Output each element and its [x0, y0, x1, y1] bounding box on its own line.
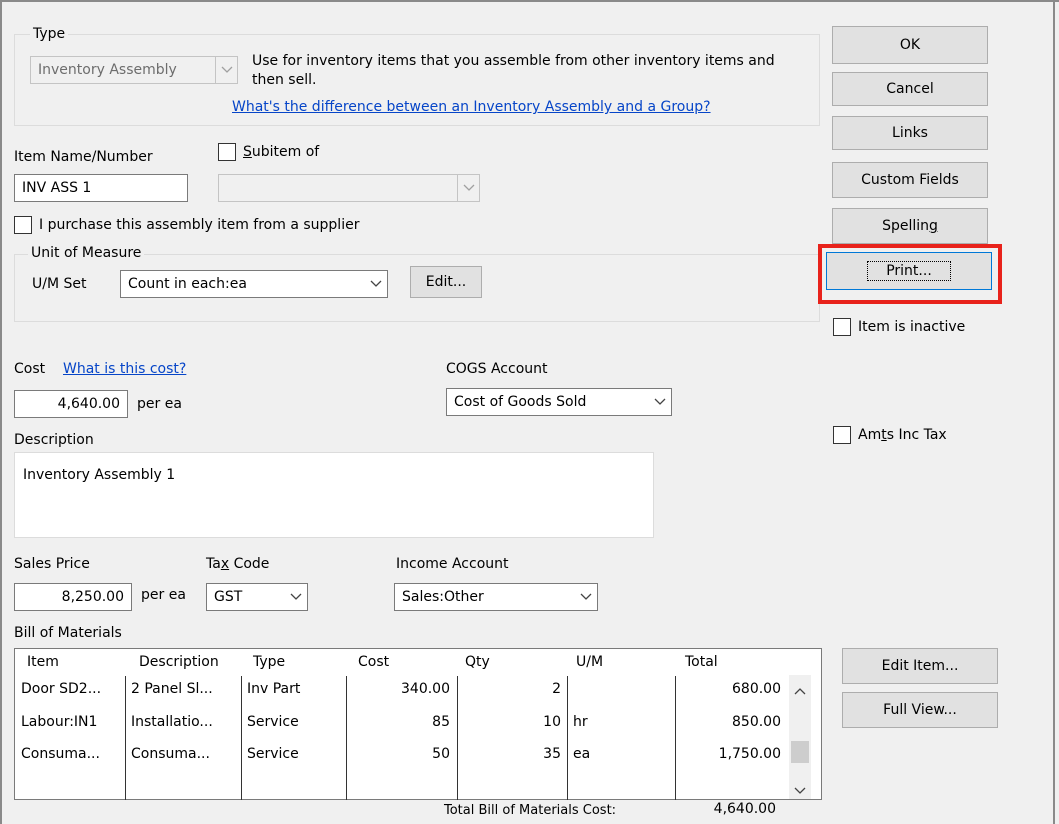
cogs-account-select[interactable]: Cost of Goods Sold: [446, 388, 672, 416]
window-left-edge: [0, 0, 2, 824]
chevron-down-icon: [365, 271, 387, 297]
cogs-account-label: COGS Account: [446, 361, 548, 377]
item-name-label: Item Name/Number: [14, 149, 153, 165]
bom-scrollbar[interactable]: [789, 675, 811, 799]
bom-cell-qty[interactable]: 2: [459, 677, 565, 701]
chevron-down-icon: [215, 57, 237, 83]
subitem-label: Subitem of: [243, 144, 320, 160]
bom-cell-type[interactable]: Service: [243, 710, 346, 734]
item-name-input[interactable]: INV ASS 1: [14, 174, 188, 202]
bom-col-divider: [346, 676, 347, 800]
subitem-checkbox[interactable]: [218, 143, 236, 161]
bom-col-qty[interactable]: Qty: [459, 649, 559, 675]
bom-total-label: Total Bill of Materials Cost:: [444, 803, 617, 818]
bom-cell-um[interactable]: ea: [569, 742, 675, 766]
bom-cell-um[interactable]: [569, 677, 675, 701]
edit-item-button[interactable]: Edit Item...: [842, 648, 998, 684]
ok-button[interactable]: OK: [832, 26, 988, 64]
uom-set-select[interactable]: Count in each:ea: [120, 270, 388, 298]
bom-col-divider: [675, 676, 676, 800]
bom-cell-qty[interactable]: 35: [459, 742, 565, 766]
bom-col-divider: [457, 676, 458, 800]
chevron-down-icon: [649, 389, 671, 415]
spelling-button[interactable]: Spellin g: [832, 208, 988, 244]
bom-total-value: 4,640.00: [713, 801, 776, 817]
income-account-value: Sales:Other: [402, 589, 484, 605]
income-account-label: Income Account: [396, 556, 509, 572]
type-label: Type: [30, 25, 69, 43]
bom-cell-description[interactable]: 2 Panel Sl...: [127, 677, 241, 701]
bom-col-item[interactable]: Item: [21, 649, 127, 675]
bom-col-um[interactable]: U/M: [570, 649, 680, 675]
uom-edit-button[interactable]: Edit...: [410, 266, 482, 298]
print-button-label: Print...: [867, 261, 951, 281]
window-right-edge: [1053, 0, 1055, 824]
description-label: Description: [14, 432, 94, 448]
uom-set-value: Count in each:ea: [128, 276, 247, 292]
window-top-edge: [0, 0, 1059, 2]
description-textarea[interactable]: Inventory Assembly 1: [14, 452, 654, 538]
purchase-from-supplier-checkbox[interactable]: [14, 216, 32, 234]
purchase-from-supplier-label: I purchase this assembly item from a sup…: [39, 217, 360, 233]
income-account-select[interactable]: Sales:Other: [394, 583, 598, 611]
bom-col-total[interactable]: Total: [679, 649, 789, 675]
chevron-down-icon: [457, 175, 479, 201]
sales-price-input[interactable]: 8,250.00: [14, 583, 132, 611]
bom-scrollbar-thumb[interactable]: [791, 741, 809, 763]
bom-label: Bill of Materials: [14, 625, 122, 641]
full-view-button[interactable]: Full View...: [842, 692, 998, 728]
bom-grid[interactable]: Item Description Type Cost Qty U/M Total…: [14, 648, 822, 800]
type-difference-link[interactable]: What's the difference between an Invento…: [232, 98, 711, 116]
type-select: Inventory Assembly: [30, 56, 238, 84]
bom-col-type[interactable]: Type: [247, 649, 351, 675]
bom-col-divider: [125, 676, 126, 800]
cost-help-link[interactable]: What is this cost?: [63, 360, 186, 378]
bom-col-divider: [241, 676, 242, 800]
bom-cell-um[interactable]: hr: [569, 710, 675, 734]
amts-inc-tax-label: Amts Inc Tax: [858, 427, 947, 443]
cancel-button[interactable]: Cancel: [832, 72, 988, 106]
chevron-down-icon[interactable]: [794, 783, 806, 799]
bom-cell-type[interactable]: Service: [243, 742, 346, 766]
bom-col-divider: [567, 676, 568, 800]
bom-cell-description[interactable]: Consuma...: [127, 742, 241, 766]
sales-price-label: Sales Price: [14, 556, 90, 572]
bom-cell-cost[interactable]: 50: [348, 742, 454, 766]
bom-cell-cost[interactable]: 85: [348, 710, 454, 734]
bom-cell-item[interactable]: Labour:IN1: [17, 710, 125, 734]
item-inactive-label: Item is inactive: [858, 319, 966, 335]
subitem-select: [218, 174, 480, 202]
bom-cell-item[interactable]: Consuma...: [17, 742, 125, 766]
sales-price-unit: per ea: [141, 587, 186, 603]
cost-input[interactable]: 4,640.00: [14, 390, 128, 418]
tax-code-select[interactable]: GST: [206, 583, 308, 611]
amts-inc-tax-checkbox[interactable]: [833, 426, 851, 444]
links-button[interactable]: Links: [832, 116, 988, 150]
bom-cell-total[interactable]: 1,750.00: [677, 742, 785, 766]
cogs-account-value: Cost of Goods Sold: [454, 394, 587, 410]
bom-cell-total[interactable]: 680.00: [677, 677, 785, 701]
bom-cell-total[interactable]: 850.00: [677, 710, 785, 734]
chevron-down-icon: [285, 584, 307, 610]
chevron-down-icon: [575, 584, 597, 610]
bom-cell-qty[interactable]: 10: [459, 710, 565, 734]
type-select-value: Inventory Assembly: [38, 62, 177, 78]
bom-cell-description[interactable]: Installatio...: [127, 710, 241, 734]
bom-col-cost[interactable]: Cost: [352, 649, 456, 675]
type-description: Use for inventory items that you assembl…: [252, 53, 775, 88]
tax-code-label: Tax Code: [206, 556, 270, 572]
custom-fields-button[interactable]: Custom Fields: [832, 162, 988, 198]
chevron-up-icon[interactable]: [794, 683, 806, 699]
print-button[interactable]: Print...: [826, 252, 992, 290]
bom-cell-item[interactable]: Door SD2...: [17, 677, 125, 701]
cost-label: Cost: [14, 361, 46, 377]
tax-code-value: GST: [214, 589, 243, 605]
item-inactive-checkbox[interactable]: [833, 318, 851, 336]
uom-section-label: Unit of Measure: [28, 244, 145, 262]
uom-set-label: U/M Set: [32, 276, 87, 292]
bom-cell-cost[interactable]: 340.00: [348, 677, 454, 701]
bom-col-description[interactable]: Description: [133, 649, 247, 675]
cost-unit: per ea: [137, 396, 182, 412]
bom-cell-type[interactable]: Inv Part: [243, 677, 346, 701]
